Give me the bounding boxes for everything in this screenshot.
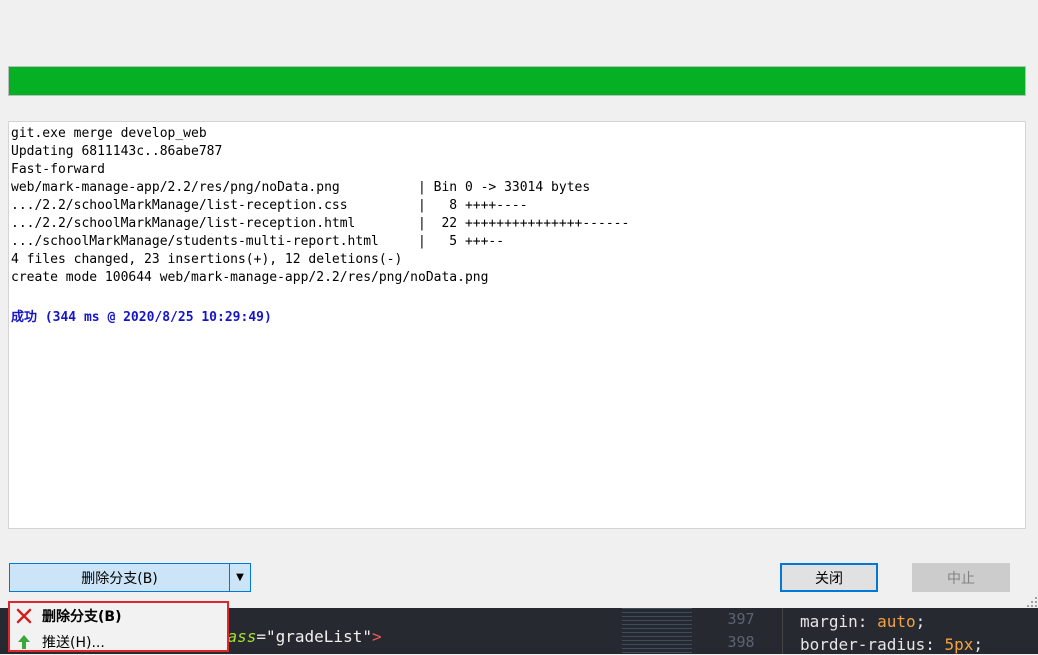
menu-item-push[interactable]: 推送(H)... [10, 629, 227, 655]
line-numbers: 397 398 [700, 608, 783, 654]
green-up-arrow-icon [16, 634, 42, 650]
log-line: .../2.2/schoolMarkManage/list-reception.… [11, 198, 528, 213]
menu-item-label: 推送(H)... [42, 635, 105, 651]
delete-branch-split-button[interactable]: 删除分支(B) ▼ [9, 563, 251, 592]
progress-bar [8, 66, 1026, 96]
menu-item-label: 删除分支(B) [42, 609, 122, 625]
dropdown-menu: 删除分支(B) 推送(H)... [8, 601, 229, 652]
stop-button: 中止 [912, 563, 1010, 592]
editor-minimap [622, 608, 692, 654]
css-line: margin: auto; [800, 612, 926, 631]
log-line: .../2.2/schoolMarkManage/list-reception.… [11, 216, 630, 231]
resize-grip-icon[interactable] [1026, 596, 1038, 608]
log-line: web/mark-manage-app/2.2/res/png/noData.p… [11, 180, 591, 195]
log-line: 4 files changed, 23 insertions(+), 12 de… [11, 252, 403, 267]
log-line: Fast-forward [11, 162, 105, 177]
log-line: create mode 100644 web/mark-manage-app/2… [11, 270, 489, 285]
log-line: .../schoolMarkManage/students-multi-repo… [11, 234, 505, 249]
css-line: border-radius: 5px; [800, 635, 984, 654]
progress-bar-fill [9, 67, 1025, 95]
output-log[interactable]: git.exe merge develop_web Updating 68111… [8, 121, 1026, 529]
menu-item-delete-branch[interactable]: 删除分支(B) [10, 603, 227, 629]
delete-branch-button[interactable]: 删除分支(B) [10, 564, 229, 591]
log-line: Updating 6811143c..86abe787 [11, 144, 223, 159]
chevron-down-icon[interactable]: ▼ [229, 564, 250, 591]
status-message: 成功 (344 ms @ 2020/8/25 10:29:49) [11, 310, 272, 325]
red-x-icon [16, 608, 42, 624]
log-line: git.exe merge develop_web [11, 126, 207, 141]
close-button[interactable]: 关闭 [780, 563, 878, 592]
